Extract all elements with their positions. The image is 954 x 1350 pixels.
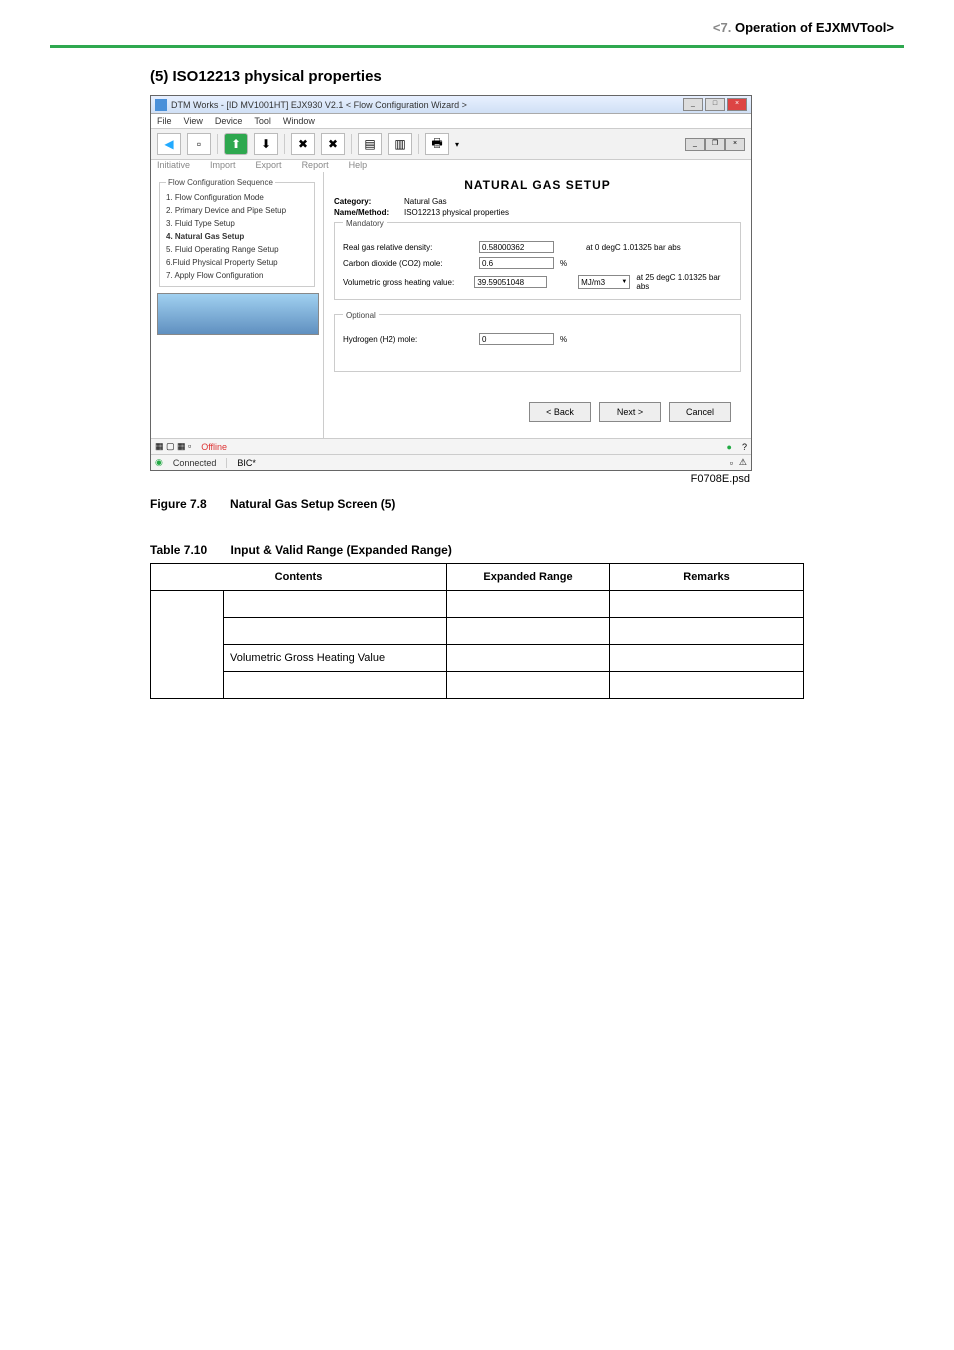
heating-value-input[interactable]: 39.59051048 xyxy=(474,276,547,288)
app-icon xyxy=(155,99,167,111)
td-empty xyxy=(151,591,224,699)
th-range: Expanded Range xyxy=(447,564,610,591)
table-caption-text: Input & Valid Range (Expanded Range) xyxy=(230,543,451,557)
menu-device[interactable]: Device xyxy=(215,116,243,126)
td-remarks xyxy=(610,618,804,645)
co2-label: Carbon dioxide (CO2) mole: xyxy=(343,259,473,268)
mandatory-legend: Mandatory xyxy=(343,219,387,228)
toolbar-icon[interactable]: ▫ xyxy=(187,133,211,155)
seq-step-7[interactable]: 7. Apply Flow Configuration xyxy=(166,269,308,282)
toolbar-label: Report xyxy=(302,160,329,170)
seq-step-6[interactable]: 6.Fluid Physical Property Setup xyxy=(166,256,308,269)
td-contents xyxy=(224,672,447,699)
density-condition: at 0 degC 1.01325 bar abs xyxy=(586,243,681,252)
embedded-screenshot: DTM Works - [ID MV1001HT] EJX930 V2.1 < … xyxy=(150,95,752,471)
data-table: Contents Expanded Range Remarks Volumetr… xyxy=(150,563,804,699)
sidebar-legend: Flow Configuration Sequence xyxy=(166,178,275,187)
header-divider xyxy=(50,45,904,48)
td-range xyxy=(447,591,610,618)
status-icon: ▫ xyxy=(730,458,733,468)
h2-unit: % xyxy=(560,335,580,344)
minimize-button[interactable]: _ xyxy=(683,98,703,111)
method-label: Name/Method: xyxy=(334,208,404,217)
method-value: ISO12213 physical properties xyxy=(404,208,509,217)
density-input[interactable]: 0.58000362 xyxy=(479,241,554,253)
optional-legend: Optional xyxy=(343,311,379,320)
psd-filename: F0708E.psd xyxy=(150,471,750,485)
print-icon[interactable]: 🖶 xyxy=(425,133,449,155)
co2-input[interactable]: 0.6 xyxy=(479,257,554,269)
menu-file[interactable]: File xyxy=(157,116,172,126)
td-range xyxy=(447,645,610,672)
export-icon[interactable]: ⬇ xyxy=(254,133,278,155)
category-label: Category: xyxy=(334,197,404,206)
main-panel-title: NATURAL GAS SETUP xyxy=(334,178,741,196)
chapter-heading: <7. Operation of EJXMVTool> xyxy=(713,20,894,35)
seq-step-4[interactable]: 4. Natural Gas Setup xyxy=(166,230,308,243)
status-warning-icon: ⚠ xyxy=(739,457,747,468)
import-icon[interactable]: ⬆ xyxy=(224,133,248,155)
table-number: Table 7.10 xyxy=(150,543,207,557)
td-contents xyxy=(224,618,447,645)
th-remarks: Remarks xyxy=(610,564,804,591)
menu-window[interactable]: Window xyxy=(283,116,315,126)
heating-value-condition: at 25 degC 1.01325 bar abs xyxy=(636,273,732,291)
connected-icon: ◉ xyxy=(155,457,163,468)
toolbar-label: Export xyxy=(256,160,282,170)
td-range xyxy=(447,618,610,645)
back-button[interactable]: < Back xyxy=(529,402,591,422)
report-icon[interactable]: ▤ xyxy=(358,133,382,155)
seq-step-2[interactable]: 2. Primary Device and Pipe Setup xyxy=(166,204,308,217)
td-range xyxy=(447,672,610,699)
td-remarks xyxy=(610,645,804,672)
preview-image xyxy=(157,293,319,335)
density-label: Real gas relative density: xyxy=(343,243,473,252)
toolbar-label: Import xyxy=(210,160,236,170)
co2-unit: % xyxy=(560,259,580,268)
seq-step-3[interactable]: 3. Fluid Type Setup xyxy=(166,217,308,230)
h2-input[interactable]: 0 xyxy=(479,333,554,345)
report-icon2[interactable]: ▥ xyxy=(388,133,412,155)
td-remarks xyxy=(610,591,804,618)
status-connected: Connected xyxy=(173,458,217,468)
back-icon[interactable]: ◀ xyxy=(157,133,181,155)
heating-value-unit-dropdown[interactable]: MJ/m3 ▼ xyxy=(578,275,630,289)
toolbar-label: Initiative xyxy=(157,160,190,170)
child-min-button[interactable]: _ xyxy=(685,138,705,151)
puzzle-icon[interactable]: ✖ xyxy=(321,133,345,155)
heating-value-label: Volumetric gross heating value: xyxy=(343,278,468,287)
td-contents xyxy=(224,591,447,618)
figure-number: Figure 7.8 xyxy=(150,497,207,511)
menu-view[interactable]: View xyxy=(184,116,203,126)
close-button[interactable]: × xyxy=(727,98,747,111)
child-restore-button[interactable]: ❐ xyxy=(705,138,725,151)
puzzle-icon[interactable]: ✖ xyxy=(291,133,315,155)
cancel-button[interactable]: Cancel xyxy=(669,402,731,422)
child-close-button[interactable]: × xyxy=(725,138,745,151)
td-remarks xyxy=(610,672,804,699)
status-offline: Offline xyxy=(201,442,227,452)
th-contents: Contents xyxy=(151,564,447,591)
toolbar-label: Help xyxy=(349,160,368,170)
seq-step-1[interactable]: 1. Flow Configuration Mode xyxy=(166,191,308,204)
td-contents: Volumetric Gross Heating Value xyxy=(224,645,447,672)
seq-step-5[interactable]: 5. Fluid Operating Range Setup xyxy=(166,243,308,256)
next-button[interactable]: Next > xyxy=(599,402,661,422)
status-icons: ▦ ▢ ▦ ▫ xyxy=(155,441,191,452)
maximize-button[interactable]: □ xyxy=(705,98,725,111)
status-mode: BIC* xyxy=(226,458,256,468)
help-icon[interactable]: ? xyxy=(742,442,747,452)
chevron-down-icon: ▼ xyxy=(621,279,627,285)
category-value: Natural Gas xyxy=(404,197,447,206)
section-title: (5) ISO12213 physical properties xyxy=(150,68,804,85)
menu-tool[interactable]: Tool xyxy=(254,116,271,126)
h2-label: Hydrogen (H2) mole: xyxy=(343,335,473,344)
window-title: DTM Works - [ID MV1001HT] EJX930 V2.1 < … xyxy=(171,100,467,110)
figure-caption-text: Natural Gas Setup Screen (5) xyxy=(230,497,395,511)
